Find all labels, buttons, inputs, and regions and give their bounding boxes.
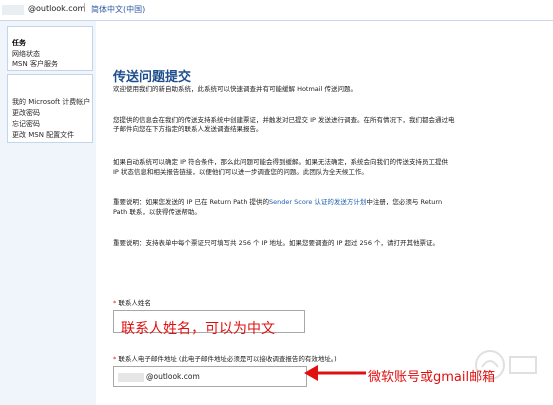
sender-score-link[interactable]: Sender Score 认证的发送方计划: [269, 198, 366, 206]
auto-system-paragraph-line1: 如果自动系统可以确定 IP 符合条件，那么此问题可能会得到缓解。如果无法确定，系…: [113, 158, 448, 166]
sidebar-item-network-status[interactable]: 网络状态: [12, 49, 40, 59]
page-title: 传送问题提交: [113, 70, 192, 85]
intro-paragraph: 欢迎使用我们的新自助系统，此系统可以快速调查并有可能缓解 Hotmail 传送问…: [113, 85, 357, 93]
required-mark: *: [113, 299, 117, 307]
contact-email-value: @outlook.com: [146, 372, 200, 381]
note-text-1: 重要说明：如果您发送的 IP 已在 Return Path 提供的: [113, 198, 270, 206]
red-arrow-icon: [304, 365, 366, 381]
language-link[interactable]: 简体中文(中国): [91, 4, 145, 15]
account-email[interactable]: @outlook.com: [28, 4, 85, 13]
masked-account-name: [2, 5, 24, 15]
name-annotation: 联系人姓名，可以为中文: [121, 321, 275, 337]
sidebar-section-title: 任务: [12, 39, 26, 47]
info-paragraph-line2: 子邮件向您在下方指定的联系人发送调查结果报告。: [113, 125, 263, 133]
watermark-logo: [475, 350, 537, 380]
contact-name-label-text: 联系人姓名: [118, 299, 151, 307]
separator: |: [83, 3, 87, 13]
sidebar-item-change-profile[interactable]: 更改 MSN 配置文件: [12, 130, 74, 140]
important-note-returnpath-line2: Path 联系，以获得传送帮助。: [113, 208, 201, 216]
important-note-returnpath: 重要说明：如果您发送的 IP 已在 Return Path 提供的Sender …: [113, 197, 533, 207]
sidebar-item-forgot-password[interactable]: 忘记密码: [12, 119, 40, 129]
sidebar-item-change-password[interactable]: 更改密码: [12, 108, 40, 118]
top-bar: @outlook.com | 简体中文(中国): [0, 0, 553, 21]
note-text-2: 中注册，您必须与 Return: [366, 198, 443, 206]
important-note-ip-limit: 重要说明：支持表单中每个票证只可填写共 256 个 IP 地址。如果您要调查的 …: [113, 239, 440, 247]
sidebar-item-billing[interactable]: 我的 Microsoft 计费帐户: [12, 97, 90, 107]
contact-name-label: * 联系人姓名: [113, 297, 151, 307]
masked-email-prefix: [118, 373, 144, 382]
sidebar-item-msn-support[interactable]: MSN 客户服务: [12, 59, 58, 69]
auto-system-paragraph-line2: IP 状态信息和相关报告链接，以便他们可以进一步调查您的问题。此团队为全天候工作…: [113, 168, 368, 176]
required-mark: *: [113, 355, 117, 363]
